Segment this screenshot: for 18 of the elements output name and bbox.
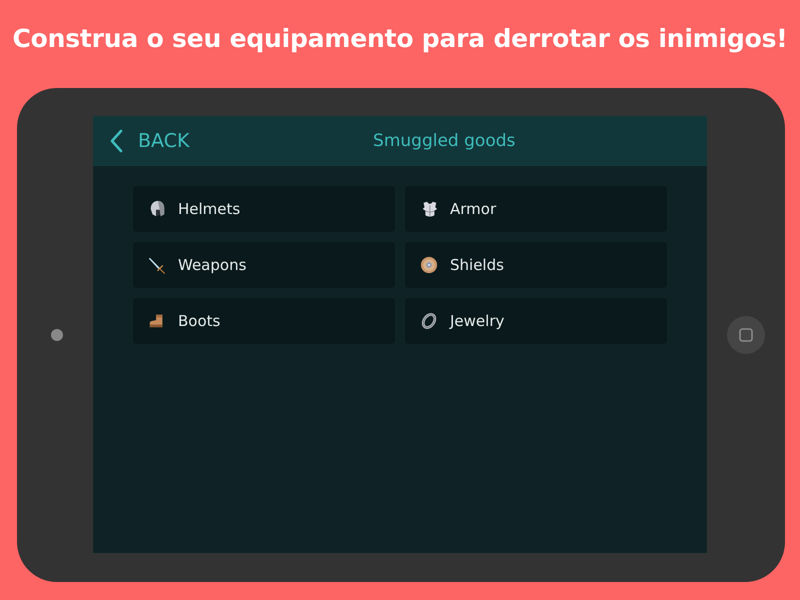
home-button[interactable]	[727, 316, 765, 354]
breastplate-icon	[420, 200, 438, 218]
square-icon	[739, 328, 753, 342]
round-shield-icon	[420, 256, 438, 274]
category-button[interactable]: Shields	[405, 242, 667, 288]
ring-icon	[420, 312, 438, 330]
category-button[interactable]: Boots	[133, 298, 395, 344]
category-button[interactable]: Jewelry	[405, 298, 667, 344]
category-button[interactable]: Weapons	[133, 242, 395, 288]
category-button[interactable]: Helmets	[133, 186, 395, 232]
helmet-icon	[148, 200, 166, 218]
screen-title: Smuggled goods	[372, 131, 516, 151]
category-button[interactable]: Armor	[405, 186, 667, 232]
back-button[interactable]: BACK	[93, 129, 190, 153]
chevron-left-icon	[109, 129, 123, 153]
sword-icon	[148, 256, 166, 274]
headline: Construa o seu equipamento para derrotar os inimigos!	[12, 24, 788, 52]
camera-dot-icon	[51, 329, 63, 341]
